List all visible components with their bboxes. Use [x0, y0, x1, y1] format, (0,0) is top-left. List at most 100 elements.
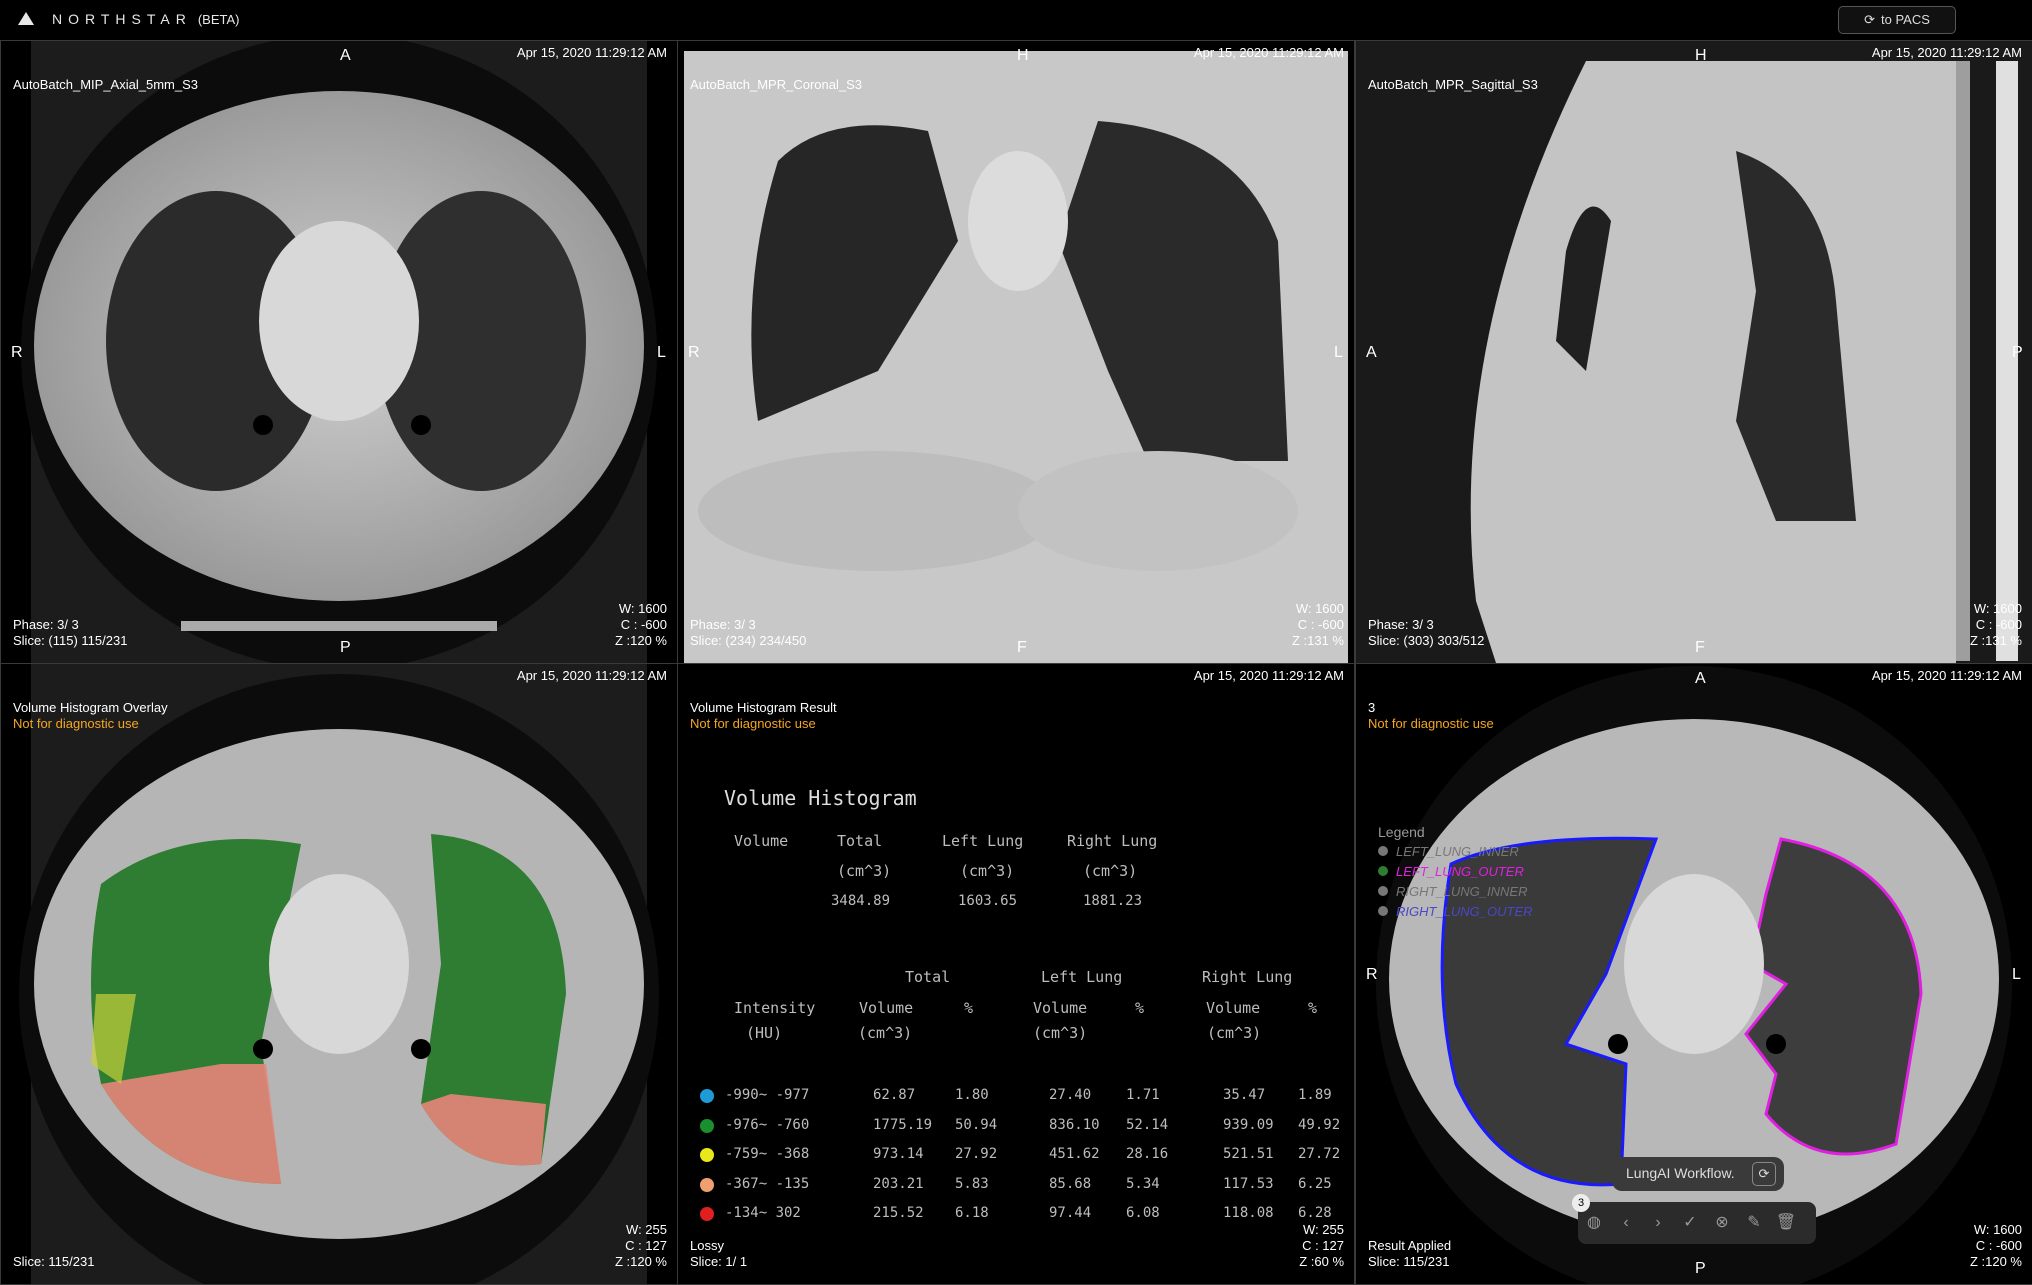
legend-item[interactable]: RIGHT_LUNG_OUTER — [1378, 904, 1533, 924]
legend-dot-icon — [1378, 886, 1388, 896]
slice-label: Slice: (303) 303/512 — [1368, 633, 1485, 648]
window-width: W: 255 — [626, 1222, 667, 1237]
window-center: C : 127 — [625, 1238, 667, 1253]
legend-label: LEFT_LUNG_OUTER — [1396, 864, 1524, 879]
study-date: Apr 15, 2020 11:29:12 AM — [1871, 45, 2022, 60]
trash-icon[interactable]: 🗑 — [1770, 1202, 1802, 1244]
viewport-sagittal-mpr[interactable]: H F A P AutoBatch_MPR_Sagittal_S3 Apr 15… — [1355, 40, 2032, 664]
to-pacs-button[interactable]: ⟳ to PACS — [1838, 6, 1956, 34]
study-date: Apr 15, 2020 11:29:12 AM — [1871, 668, 2022, 683]
phase-label: Phase: 3/ 3 — [1368, 617, 1434, 632]
legend-item[interactable]: RIGHT_LUNG_INNER — [1378, 884, 1533, 904]
intensity-color-dot — [700, 1207, 714, 1221]
window-center: C : -600 — [1975, 617, 2022, 632]
hist-cell-left-volume: 27.40 — [1049, 1087, 1092, 1103]
result-toolbar: 3 ◍ ‹ › ✓ ⊗ ✎ 🗑 — [1572, 1194, 1816, 1244]
study-date: Apr 15, 2020 11:29:12 AM — [516, 45, 667, 60]
hist-cell-left-pct: 28.16 — [1126, 1146, 1169, 1162]
hist-cell-range: -976~ -760 — [725, 1116, 810, 1133]
orientation-right: L — [657, 344, 666, 361]
zoom-level: Z :131 % — [1969, 633, 2022, 648]
viewport-coronal-mpr[interactable]: H F R L AutoBatch_MPR_Coronal_S3 Apr 15,… — [677, 40, 1355, 664]
window-width: W: 1600 — [1295, 601, 1344, 616]
hist-cell-range: -134~ 302 — [725, 1205, 801, 1221]
legend-label: RIGHT_LUNG_OUTER — [1396, 904, 1533, 919]
series-title: Volume Histogram Overlay — [13, 700, 168, 715]
viewport-histogram-overlay[interactable]: Volume Histogram Overlay Not for diagnos… — [0, 663, 678, 1285]
overlay-ct-image — [19, 664, 659, 1284]
window-width: W: 1600 — [1973, 1222, 2022, 1237]
viewport-axial-mip[interactable]: A P R L AutoBatch_MIP_Axial_5mm_S3 Apr 1… — [0, 40, 678, 664]
legend-item[interactable]: LEFT_LUNG_OUTER — [1378, 864, 1533, 884]
col-hu: (HU) — [746, 1024, 783, 1042]
series-title: AutoBatch_MPR_Coronal_S3 — [690, 77, 862, 92]
hist-cell-total-pct: 5.83 — [955, 1175, 989, 1192]
col-left-volume: Volume — [1033, 999, 1088, 1017]
col-total-pct: % — [964, 999, 974, 1017]
hist-cell-total-volume: 215.52 — [873, 1205, 924, 1221]
close-icon[interactable]: ⊗ — [1706, 1202, 1738, 1244]
status-label: Result Applied — [1368, 1238, 1452, 1253]
col-right-volume: Volume — [1206, 999, 1261, 1017]
summary-value-right: 1881.23 — [1083, 893, 1143, 909]
legend-item[interactable]: LEFT_LUNG_INNER — [1378, 844, 1533, 864]
orientation-top: H — [1695, 47, 1707, 64]
orientation-bottom: P — [1695, 1260, 1706, 1277]
app-logo: NORTHSTAR (BETA) — [18, 11, 239, 27]
zoom-level: Z :131 % — [1291, 633, 1344, 648]
contour-ct-image — [1376, 666, 2012, 1284]
zoom-level: Z :120 % — [1969, 1254, 2022, 1269]
sagittal-ct-image — [1356, 41, 2032, 663]
diagnostic-warning: Not for diagnostic use — [13, 716, 139, 731]
slice-label: Slice: 1/ 1 — [690, 1254, 748, 1269]
study-date: Apr 15, 2020 11:29:12 AM — [1193, 45, 1344, 60]
viewport-result-applied[interactable]: A P R L 3 Not for diagnostic use Apr 15,… — [1355, 663, 2032, 1285]
top-bar: NORTHSTAR (BETA) ⟳ to PACS — [0, 0, 2032, 41]
hist-cell-range: -759~ -368 — [725, 1146, 810, 1162]
toolbar-badge: 3 — [1572, 1194, 1590, 1212]
hist-cell-left-volume: 85.68 — [1049, 1175, 1092, 1192]
hist-cell-total-volume: 203.21 — [873, 1175, 924, 1192]
phase-label: Phase: 3/ 3 — [13, 617, 79, 632]
workflow-label: LungAI Workflow. — [1626, 1165, 1735, 1181]
check-icon[interactable]: ✓ — [1674, 1202, 1706, 1244]
hist-cell-left-pct: 1.71 — [1126, 1087, 1160, 1103]
window-center: C : -600 — [620, 617, 667, 632]
series-title: Volume Histogram Result — [690, 700, 837, 715]
hist-cell-right-volume: 35.47 — [1223, 1087, 1266, 1103]
hist-cell-total-volume: 62.87 — [873, 1087, 916, 1103]
hist-cell-right-pct: 1.89 — [1298, 1087, 1332, 1103]
edit-icon[interactable]: ✎ — [1738, 1202, 1770, 1244]
orientation-bottom: P — [340, 639, 351, 656]
orientation-top: A — [340, 47, 351, 64]
chevron-right-icon[interactable]: › — [1642, 1202, 1674, 1244]
histogram-title: Volume Histogram — [724, 786, 917, 810]
hist-cell-right-pct: 49.92 — [1298, 1116, 1341, 1133]
summary-unit-right: (cm^3) — [1083, 862, 1138, 880]
legend-title: Legend — [1378, 824, 1425, 840]
hist-cell-right-volume: 521.51 — [1223, 1146, 1274, 1162]
orientation-right: L — [2012, 966, 2021, 983]
hist-cell-right-pct: 27.72 — [1298, 1146, 1341, 1162]
viewport-histogram-result[interactable]: Volume Histogram Volume Total Left Lung … — [677, 663, 1355, 1285]
hist-cell-total-volume: 973.14 — [873, 1146, 924, 1162]
orientation-left: R — [1366, 966, 1378, 983]
refresh-icon[interactable]: ⟳ — [1752, 1162, 1776, 1186]
window-center: C : -600 — [1975, 1238, 2022, 1253]
summary-unit-left: (cm^3) — [960, 862, 1015, 880]
hist-cell-total-pct: 6.18 — [955, 1205, 989, 1221]
series-title: AutoBatch_MIP_Axial_5mm_S3 — [13, 77, 198, 92]
orientation-top: A — [1695, 670, 1706, 687]
lungai-workflow-button[interactable]: LungAI Workflow. ⟳ — [1612, 1157, 1784, 1191]
hist-cell-range: -990~ -977 — [725, 1087, 810, 1103]
to-pacs-label: to PACS — [1881, 12, 1930, 27]
study-date: Apr 15, 2020 11:29:12 AM — [1193, 668, 1344, 683]
orientation-bottom: F — [1695, 639, 1705, 656]
diagnostic-warning: Not for diagnostic use — [690, 716, 816, 731]
window-center: C : -600 — [1297, 617, 1344, 632]
summary-header-total: Total — [837, 832, 883, 850]
col-left-pct: % — [1135, 999, 1145, 1017]
slice-label: Slice: 115/231 — [1368, 1254, 1450, 1269]
chevron-left-icon[interactable]: ‹ — [1610, 1202, 1642, 1244]
volume-histogram-table: Volume Histogram Volume Total Left Lung … — [678, 664, 1354, 1284]
